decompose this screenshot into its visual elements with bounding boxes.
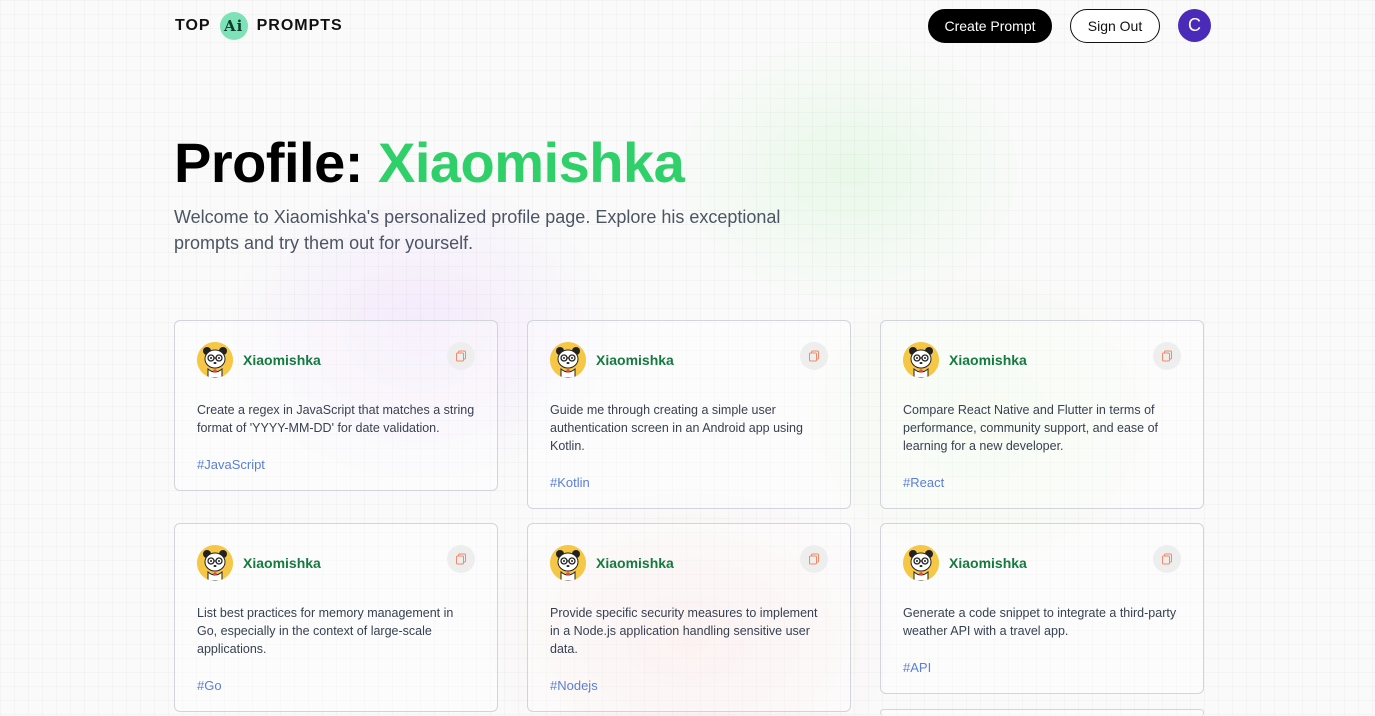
prompt-card: Xiaomishka Create a regex in JavaScript … (174, 320, 498, 491)
logo[interactable]: TOP Ai PROMPTS (175, 11, 343, 41)
page-description: Welcome to Xiaomishka's personalized pro… (174, 207, 781, 253)
card-username[interactable]: Xiaomishka (596, 555, 674, 571)
panda-avatar-icon[interactable] (550, 545, 586, 581)
card-username[interactable]: Xiaomishka (949, 555, 1027, 571)
prompt-text: Compare React Native and Flutter in term… (903, 403, 1158, 453)
sign-out-button[interactable]: Sign Out (1070, 9, 1160, 43)
copy-button[interactable] (447, 545, 475, 573)
card-username[interactable]: Xiaomishka (949, 352, 1027, 368)
page-title-username: Xiaomishka (377, 131, 685, 194)
prompt-card: Xiaomishka Guide me through creating a s… (527, 320, 851, 509)
logo-badge-text: Ai (223, 17, 244, 35)
copy-button[interactable] (800, 545, 828, 573)
copy-icon (456, 553, 466, 565)
prompt-card: Xiaomishka Generate a code snippet to in… (880, 523, 1204, 694)
prompt-tag[interactable]: #API (903, 659, 1181, 677)
prompt-tag[interactable]: #React (903, 474, 1181, 492)
prompt-tag[interactable]: #Kotlin (550, 474, 828, 492)
copy-button[interactable] (447, 342, 475, 370)
prompt-card: Xiaomishka List best practices for memor… (174, 523, 498, 712)
logo-text-top: TOP (175, 17, 211, 34)
card-username[interactable]: Xiaomishka (243, 555, 321, 571)
prompt-text: Generate a code snippet to integrate a t… (903, 606, 1177, 638)
prompt-card: Xiaomishka Compare React Native and Flut… (880, 320, 1204, 509)
copy-button[interactable] (1153, 342, 1181, 370)
prompt-text: Guide me through creating a simple user … (550, 403, 803, 453)
card-username[interactable]: Xiaomishka (243, 352, 321, 368)
copy-icon (1162, 350, 1172, 362)
panda-avatar-icon[interactable] (197, 342, 233, 378)
prompt-tag[interactable]: #Go (197, 677, 475, 695)
logo-ai-icon: Ai (219, 12, 248, 40)
prompt-tag[interactable]: #JavaScript (197, 456, 475, 474)
page-title: Profile: Xiaomishka (174, 128, 685, 198)
panda-avatar-icon[interactable] (903, 342, 939, 378)
copy-button[interactable] (1153, 545, 1181, 573)
user-avatar[interactable]: C (1178, 9, 1211, 42)
prompt-card-partial (880, 709, 1204, 716)
create-prompt-button[interactable]: Create Prompt (928, 9, 1052, 43)
prompt-text: Provide specific security measures to im… (550, 606, 818, 656)
logo-text-prompts: PROMPTS (256, 17, 343, 34)
copy-icon (809, 553, 819, 565)
prompt-card: Xiaomishka Provide specific security mea… (527, 523, 851, 712)
copy-button[interactable] (800, 342, 828, 370)
prompt-text: List best practices for memory managemen… (197, 606, 454, 656)
card-username[interactable]: Xiaomishka (596, 352, 674, 368)
panda-avatar-icon[interactable] (550, 342, 586, 378)
page-title-prefix: Profile: (174, 131, 363, 194)
copy-icon (456, 350, 466, 362)
copy-icon (809, 350, 819, 362)
page: TOP Ai PROMPTS Create Prompt Sign Out C … (0, 0, 1375, 716)
prompt-tag[interactable]: #Nodejs (550, 677, 828, 695)
panda-avatar-icon[interactable] (903, 545, 939, 581)
panda-avatar-icon[interactable] (197, 545, 233, 581)
prompt-text: Create a regex in JavaScript that matche… (197, 403, 475, 435)
copy-icon (1162, 553, 1172, 565)
